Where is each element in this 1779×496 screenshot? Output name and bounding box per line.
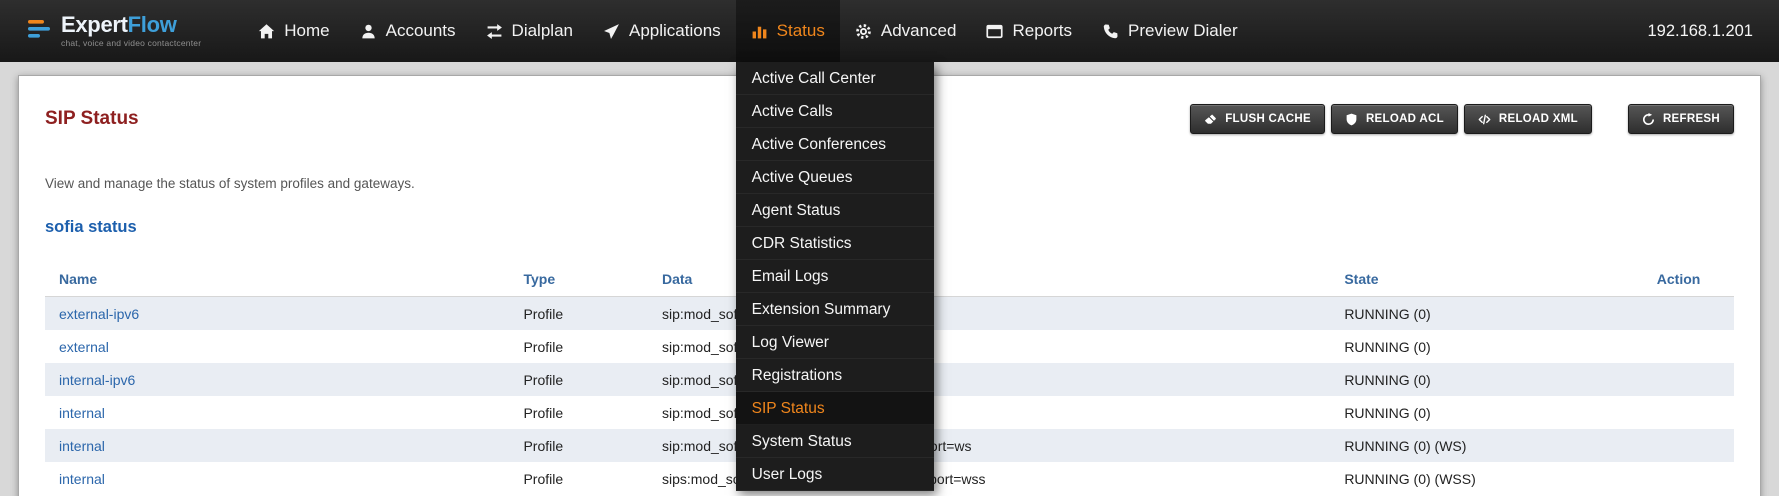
- gear-icon: [855, 23, 872, 40]
- column-header-type: Type: [509, 253, 647, 297]
- action-cell: [1643, 462, 1734, 495]
- reload-acl-button[interactable]: RELOAD ACL: [1331, 104, 1458, 134]
- refresh-icon: [1642, 113, 1655, 126]
- name-cell: external-ipv6: [45, 297, 509, 331]
- phone-icon: [1102, 23, 1119, 40]
- home-icon: [258, 23, 275, 40]
- status-dropdown: Active Call Center Active Calls Active C…: [736, 62, 934, 491]
- status-menu-item-sip-status[interactable]: SIP Status: [736, 392, 934, 425]
- status-menu-item-registrations[interactable]: Registrations: [736, 359, 934, 392]
- name-cell: internal: [45, 396, 509, 429]
- state-cell: RUNNING (0) (WS): [1330, 429, 1642, 462]
- action-cell: [1643, 363, 1734, 396]
- main-menu: Home Accounts Dialplan Applications Stat: [243, 0, 1252, 62]
- status-menu-item-extension-summary[interactable]: Extension Summary: [736, 293, 934, 326]
- status-menu-item-active-conferences[interactable]: Active Conferences: [736, 128, 934, 161]
- user-icon: [360, 23, 377, 40]
- status-menu-item-active-calls[interactable]: Active Calls: [736, 95, 934, 128]
- status-menu-item-log-viewer[interactable]: Log Viewer: [736, 326, 934, 359]
- type-cell: Profile: [509, 297, 647, 331]
- state-cell: RUNNING (0): [1330, 363, 1642, 396]
- flush-cache-button[interactable]: FLUSH CACHE: [1190, 104, 1325, 134]
- profile-link[interactable]: external: [59, 339, 109, 355]
- nav-item-label: Accounts: [386, 21, 456, 41]
- brand-tagline: chat, voice and video contactcenter: [61, 39, 201, 48]
- nav-item-label: Reports: [1012, 21, 1072, 41]
- nav-item-reports[interactable]: Reports: [971, 0, 1087, 62]
- name-cell: internal: [45, 462, 509, 495]
- action-cell: [1643, 396, 1734, 429]
- profile-link[interactable]: internal: [59, 438, 105, 454]
- status-menu-item-active-call-center[interactable]: Active Call Center: [736, 62, 934, 95]
- type-cell: Profile: [509, 462, 647, 495]
- paper-plane-icon: [603, 23, 620, 40]
- profile-link[interactable]: internal: [59, 405, 105, 421]
- profile-link[interactable]: internal-ipv6: [59, 372, 135, 388]
- status-menu-item-user-logs[interactable]: User Logs: [736, 458, 934, 491]
- nav-item-label: Home: [284, 21, 329, 41]
- refresh-button[interactable]: REFRESH: [1628, 104, 1734, 134]
- nav-item-label: Status: [777, 21, 825, 41]
- code-icon: [1478, 113, 1491, 126]
- nav-item-applications[interactable]: Applications: [588, 0, 736, 62]
- brand-name: ExpertFlow: [61, 14, 201, 36]
- swap-arrows-icon: [486, 23, 503, 40]
- top-nav: ExpertFlow chat, voice and video contact…: [0, 0, 1779, 62]
- nav-item-accounts[interactable]: Accounts: [345, 0, 471, 62]
- type-cell: Profile: [509, 330, 647, 363]
- status-menu-item-active-queues[interactable]: Active Queues: [736, 161, 934, 194]
- nav-item-status[interactable]: Status Active Call Center Active Calls A…: [736, 0, 840, 62]
- profile-link[interactable]: internal: [59, 471, 105, 487]
- shield-icon: [1345, 113, 1358, 126]
- toolbar: FLUSH CACHE RELOAD ACL RELOAD XML REFRES: [1190, 104, 1734, 134]
- state-cell: RUNNING (0): [1330, 330, 1642, 363]
- nav-item-label: Preview Dialer: [1128, 21, 1238, 41]
- window-icon: [986, 23, 1003, 40]
- status-menu-item-agent-status[interactable]: Agent Status: [736, 194, 934, 227]
- nav-item-dialplan[interactable]: Dialplan: [471, 0, 588, 62]
- state-cell: RUNNING (0): [1330, 396, 1642, 429]
- logo-bars-icon: [26, 16, 52, 47]
- nav-item-label: Applications: [629, 21, 721, 41]
- status-menu-item-cdr-statistics[interactable]: CDR Statistics: [736, 227, 934, 260]
- name-cell: external: [45, 330, 509, 363]
- server-address: 192.168.1.201: [1647, 0, 1753, 62]
- action-cell: [1643, 429, 1734, 462]
- action-cell: [1643, 297, 1734, 331]
- column-header-name: Name: [45, 253, 509, 297]
- state-cell: RUNNING (0): [1330, 297, 1642, 331]
- type-cell: Profile: [509, 429, 647, 462]
- eraser-icon: [1204, 113, 1217, 126]
- page-title: SIP Status: [45, 108, 139, 130]
- name-cell: internal-ipv6: [45, 363, 509, 396]
- bar-chart-icon: [751, 23, 768, 40]
- nav-item-advanced[interactable]: Advanced: [840, 0, 972, 62]
- name-cell: internal: [45, 429, 509, 462]
- nav-item-home[interactable]: Home: [243, 0, 344, 62]
- type-cell: Profile: [509, 396, 647, 429]
- status-menu-item-system-status[interactable]: System Status: [736, 425, 934, 458]
- nav-item-label: Dialplan: [512, 21, 573, 41]
- nav-item-label: Advanced: [881, 21, 957, 41]
- column-header-action: Action: [1643, 253, 1734, 297]
- type-cell: Profile: [509, 363, 647, 396]
- expertflow-logo[interactable]: ExpertFlow chat, voice and video contact…: [26, 0, 201, 62]
- action-cell: [1643, 330, 1734, 363]
- state-cell: RUNNING (0) (WSS): [1330, 462, 1642, 495]
- reload-xml-button[interactable]: RELOAD XML: [1464, 104, 1592, 134]
- nav-item-preview-dialer[interactable]: Preview Dialer: [1087, 0, 1253, 62]
- column-header-state: State: [1330, 253, 1642, 297]
- status-menu-item-email-logs[interactable]: Email Logs: [736, 260, 934, 293]
- profile-link[interactable]: external-ipv6: [59, 306, 139, 322]
